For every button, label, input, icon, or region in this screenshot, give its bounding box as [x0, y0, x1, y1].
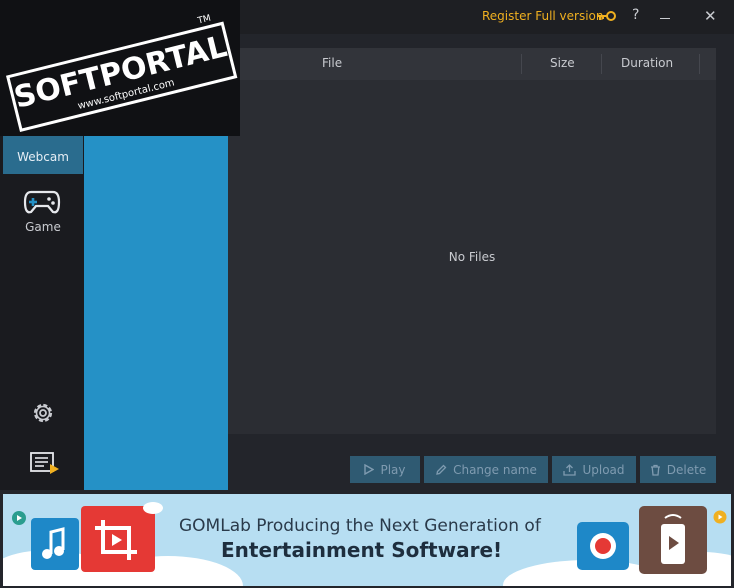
camera-app-tile: [577, 522, 629, 570]
file-list: File Size Duration No Files: [228, 48, 716, 434]
mobile-app-tile: [639, 506, 707, 574]
sidebar-item-label: Webcam: [17, 150, 69, 164]
pencil-icon: [436, 464, 447, 475]
play-icon: [364, 464, 375, 475]
change-name-button[interactable]: Change name: [424, 456, 548, 483]
gamepad-icon: [23, 190, 61, 214]
phone-play-icon: [661, 514, 685, 564]
play-button[interactable]: Play: [350, 456, 420, 483]
watermark-tm-text: TM: [196, 14, 212, 27]
empty-state-text: No Files: [448, 250, 496, 264]
upload-label: Upload: [582, 462, 625, 477]
gear-icon[interactable]: [30, 400, 56, 426]
column-divider: [601, 54, 602, 74]
playlist-icon[interactable]: [30, 452, 60, 474]
watermark-logo: SOFTPORTAL www.softportal.com TM: [0, 0, 240, 136]
help-button[interactable]: ?: [632, 7, 639, 23]
minimize-icon[interactable]: [660, 18, 670, 19]
register-link[interactable]: Register Full version: [482, 9, 604, 23]
banner-headline: GOMLab Producing the Next Generation of: [179, 516, 541, 536]
table-header: File Size Duration: [228, 48, 716, 80]
music-app-tile: [31, 518, 79, 570]
action-bar: Play Change name Upload Delete: [228, 450, 716, 490]
change-name-label: Change name: [453, 462, 537, 477]
delete-button[interactable]: Delete: [640, 456, 716, 483]
ad-banner[interactable]: GOMLab Producing the Next Generation of …: [3, 494, 731, 586]
play-label: Play: [380, 462, 406, 477]
column-header-duration[interactable]: Duration: [621, 56, 673, 70]
close-icon[interactable]: ✕: [704, 7, 717, 25]
sidebar-item-label: Game: [25, 220, 61, 234]
banner-cloud: [143, 502, 163, 514]
play-circle-icon: [12, 511, 26, 525]
sidebar-item-game[interactable]: Game: [3, 184, 83, 250]
crop-app-tile: [81, 506, 155, 572]
crop-icon: [95, 520, 137, 560]
music-note-icon: [42, 527, 65, 559]
trash-icon: [650, 464, 660, 476]
column-divider: [699, 54, 700, 74]
play-badge-icon: [713, 510, 727, 524]
upload-icon: [563, 463, 577, 476]
delete-label: Delete: [666, 462, 707, 477]
app-window: Register Full version ? ✕ Webcam Game Fi…: [0, 0, 734, 588]
column-header-size[interactable]: Size: [550, 56, 575, 70]
upload-button[interactable]: Upload: [552, 456, 636, 483]
column-header-file[interactable]: File: [322, 56, 342, 70]
banner-subheadline: Entertainment Software!: [221, 538, 503, 562]
record-icon: [590, 533, 616, 559]
softportal-logo: SOFTPORTAL www.softportal.com TM: [6, 14, 238, 133]
column-divider: [521, 54, 522, 74]
key-icon[interactable]: [596, 10, 616, 22]
